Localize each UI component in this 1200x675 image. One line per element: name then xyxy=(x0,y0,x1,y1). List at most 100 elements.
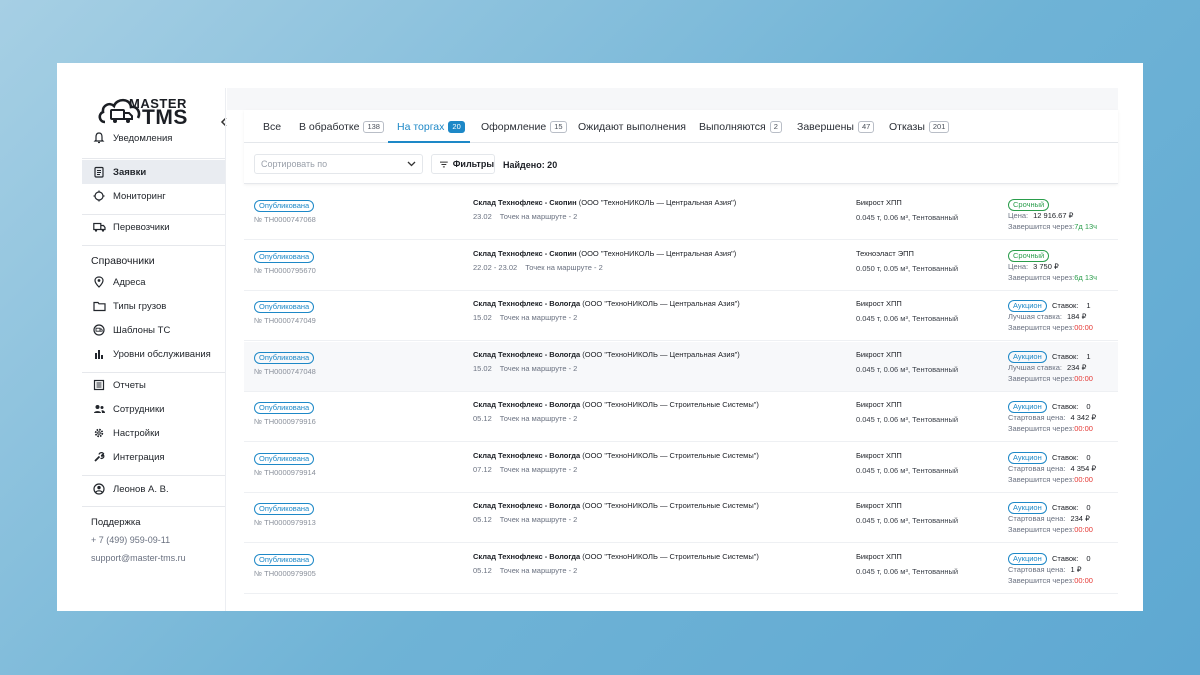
auction-badge: Аукцион xyxy=(1008,401,1047,413)
route-dates: 15.02 Точек на маршруте - 2 xyxy=(473,313,577,322)
order-row[interactable]: Опубликована № ТН0000979913 Склад Технофле… xyxy=(244,493,1118,543)
sidebar-item-service-levels[interactable]: Уровни обслуживания xyxy=(82,342,225,366)
price-line: Лучшая ставка: 234 ₽ xyxy=(1008,363,1086,372)
sidebar-item-requests[interactable]: Заявки xyxy=(82,160,225,184)
route-points: Точек на маршруте - 2 xyxy=(499,565,578,575)
price-line: Стартовая цена: 1 ₽ xyxy=(1008,565,1082,574)
order-number[interactable]: № ТН0000979905 xyxy=(254,569,316,578)
tab-label: Все xyxy=(263,120,282,133)
bids-count: Ставок: 0 xyxy=(1052,554,1091,563)
sidebar-item-vehicle-templates[interactable]: Шаблоны ТС xyxy=(82,318,225,342)
date-range: 15.02 xyxy=(473,363,492,373)
ends-line: Завершится через:7д 13ч xyxy=(1008,222,1097,231)
tab-label: В обработке xyxy=(299,120,360,133)
auction-badge: Аукцион xyxy=(1008,350,1047,363)
bids-label: Ставок: xyxy=(1052,402,1079,411)
tab-label: Завершены xyxy=(797,120,854,133)
order-row[interactable]: Опубликована № ТН0000795670 Склад Технофле… xyxy=(244,240,1118,291)
route-title: Склад Технофлекс - Вологда (ООО "ТехноНИ… xyxy=(473,400,759,409)
order-row[interactable]: Опубликована № ТН0000979916 Склад Технофле… xyxy=(244,392,1118,442)
bids-value: 0 xyxy=(1086,402,1091,411)
tab-awaiting[interactable]: Ожидают выполнения xyxy=(578,110,686,143)
price-line: Цена: 3 750 ₽ xyxy=(1008,262,1059,271)
tab-completed[interactable]: Завершены 47 xyxy=(797,110,875,143)
sidebar-item-addresses[interactable]: Адреса xyxy=(82,270,225,294)
cargo-spec: 0.045 т, 0.06 м³, Тентованный xyxy=(856,213,959,222)
order-number[interactable]: № ТН0000747068 xyxy=(254,215,316,224)
route-company: (ООО "ТехноНИКОЛЬ — Строительные Системы… xyxy=(582,400,759,409)
route-points: Точек на маршруте - 2 xyxy=(499,464,578,474)
cargo-spec: 0.045 т, 0.06 м³, Тентованный xyxy=(856,465,959,475)
order-row[interactable]: Опубликована № ТН0000747048 Склад Технофле… xyxy=(244,341,1118,392)
price-line: Стартовая цена: 234 ₽ xyxy=(1008,514,1090,523)
bids-value: 0 xyxy=(1086,452,1091,462)
auction-badge: Аукцион xyxy=(1008,552,1047,565)
tab-registration[interactable]: Оформление 15 xyxy=(481,110,567,143)
sidebar-item-cargo-types[interactable]: Типы грузов xyxy=(82,294,225,318)
sidebar-item-employees[interactable]: Сотрудники xyxy=(82,397,225,421)
support-phone[interactable]: + 7 (499) 959-09-11 xyxy=(91,535,170,545)
sidebar-item-notifications[interactable]: Уведомления xyxy=(82,126,225,150)
ends-line: Завершится через:00:00 xyxy=(1008,323,1093,332)
bell-icon xyxy=(91,130,107,146)
bar-chart-icon xyxy=(91,346,107,362)
tab-label: Оформление xyxy=(481,120,547,133)
route-points: Точек на маршруте - 2 xyxy=(499,363,578,373)
order-number[interactable]: № ТН0000979914 xyxy=(254,468,316,477)
tab-all[interactable]: Все xyxy=(263,110,281,143)
order-row[interactable]: Опубликована № ТН0000747049 Склад Технофле… xyxy=(244,291,1118,341)
tab-processing[interactable]: В обработке 138 xyxy=(299,110,384,143)
tab-rejected[interactable]: Отказы 201 xyxy=(889,110,950,143)
status-badge: Опубликована xyxy=(254,351,315,364)
sidebar-item-user[interactable]: Леонов А. В. xyxy=(82,477,225,501)
sidebar-item-label: Адреса xyxy=(113,276,146,288)
orders-list: Опубликована № ТН0000747068 Склад Технофле… xyxy=(244,190,1118,611)
route-name: Склад Технофлекс - Вологда xyxy=(473,400,581,409)
route-points: Точек на маршруте - 2 xyxy=(525,262,603,272)
bids-count: Ставок: 1 xyxy=(1052,301,1091,310)
cargo-name: Бикрост ХПП xyxy=(856,400,902,409)
sidebar-item-reports[interactable]: Отчеты xyxy=(82,373,225,397)
collapse-sidebar-button[interactable] xyxy=(217,115,231,129)
ends-value: 00:00 xyxy=(1074,575,1093,585)
tab-count-badge: 15 xyxy=(550,120,567,133)
sidebar-item-label: Отчеты xyxy=(113,379,146,391)
cargo-spec: 0.045 т, 0.06 м³, Тентованный xyxy=(856,364,959,374)
order-number[interactable]: № ТН0000979916 xyxy=(254,417,316,426)
sidebar-item-carriers[interactable]: Перевозчики xyxy=(82,215,225,239)
route-name: Склад Технофлекс - Вологда xyxy=(473,501,581,510)
support-email[interactable]: support@master-tms.ru xyxy=(91,553,186,563)
price-line: Стартовая цена: 4 342 ₽ xyxy=(1008,413,1096,422)
date-range: 05.12 xyxy=(473,414,492,423)
bids-label: Ставок: xyxy=(1052,301,1079,310)
ends-line: Завершится через:00:00 xyxy=(1008,525,1093,534)
sidebar-item-settings[interactable]: Настройки xyxy=(82,421,225,445)
price-label: Лучшая ставка: xyxy=(1008,362,1062,372)
bids-value: 0 xyxy=(1086,553,1091,563)
order-number[interactable]: № ТН0000979913 xyxy=(254,518,316,527)
order-row[interactable]: Опубликована № ТН0000979914 Склад Технофле… xyxy=(244,442,1118,493)
order-row[interactable]: Опубликована № ТН0000747068 Склад Технофле… xyxy=(244,190,1118,240)
users-icon xyxy=(91,401,107,417)
logo[interactable]: MASTER TMS xyxy=(97,92,197,129)
sidebar-item-integration[interactable]: Интеграция xyxy=(82,445,225,469)
tab-in-progress[interactable]: Выполняются 2 xyxy=(699,110,782,143)
order-number[interactable]: № ТН0000795670 xyxy=(254,266,316,275)
route-title: Склад Технофлекс - Скопин (ООО "ТехноНИК… xyxy=(473,249,736,258)
tab-bidding[interactable]: На торгах 20 xyxy=(397,110,465,143)
order-number[interactable]: № ТН0000747048 xyxy=(254,367,316,376)
bids-count: Ставок: 0 xyxy=(1052,453,1091,462)
status-tabs: Все В обработке 138 На торгах 20 Оформле… xyxy=(244,110,1118,143)
sort-select[interactable]: Сортировать по xyxy=(254,154,423,174)
route-title: Склад Технофлекс - Вологда (ООО "ТехноНИ… xyxy=(473,451,759,460)
order-row[interactable]: Опубликована № ТН0000979905 Склад Технофле… xyxy=(244,543,1118,594)
route-company: (ООО "ТехноНИКОЛЬ — Строительные Системы… xyxy=(582,501,759,510)
bids-label: Ставок: xyxy=(1052,452,1079,462)
route-title: Склад Технофлекс - Вологда (ООО "ТехноНИ… xyxy=(473,501,759,510)
route-points: Точек на маршруте - 2 xyxy=(499,414,578,423)
sidebar-item-monitoring[interactable]: Мониторинг xyxy=(82,184,225,208)
date-range: 15.02 xyxy=(473,313,492,322)
ends-line: Завершится через:00:00 xyxy=(1008,475,1093,484)
order-number[interactable]: № ТН0000747049 xyxy=(254,316,316,325)
filters-button[interactable]: Фильтры xyxy=(431,154,495,174)
